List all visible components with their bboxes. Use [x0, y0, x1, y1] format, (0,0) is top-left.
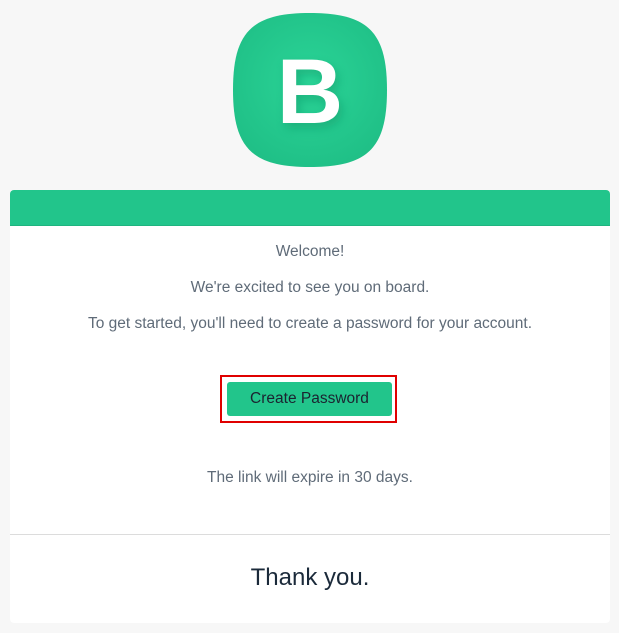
thank-you-text: Thank you. [250, 564, 370, 591]
welcome-text: Welcome! [275, 243, 345, 260]
card-header-band [10, 190, 610, 226]
app-logo: B B [230, 10, 390, 170]
logo-letter: B [277, 41, 343, 143]
divider [10, 534, 610, 535]
logo-icon: B B [233, 13, 387, 167]
expiry-note: The link will expire in 30 days. [207, 469, 413, 486]
excited-text: We're excited to see you on board. [190, 279, 430, 296]
get-started-text: To get started, you'll need to create a … [87, 315, 533, 332]
email-page: B B Welcome! We're excited to see you on… [0, 0, 619, 633]
create-password-button[interactable]: Create Password [227, 382, 392, 416]
email-card: Welcome! We're excited to see you on boa… [10, 190, 610, 623]
